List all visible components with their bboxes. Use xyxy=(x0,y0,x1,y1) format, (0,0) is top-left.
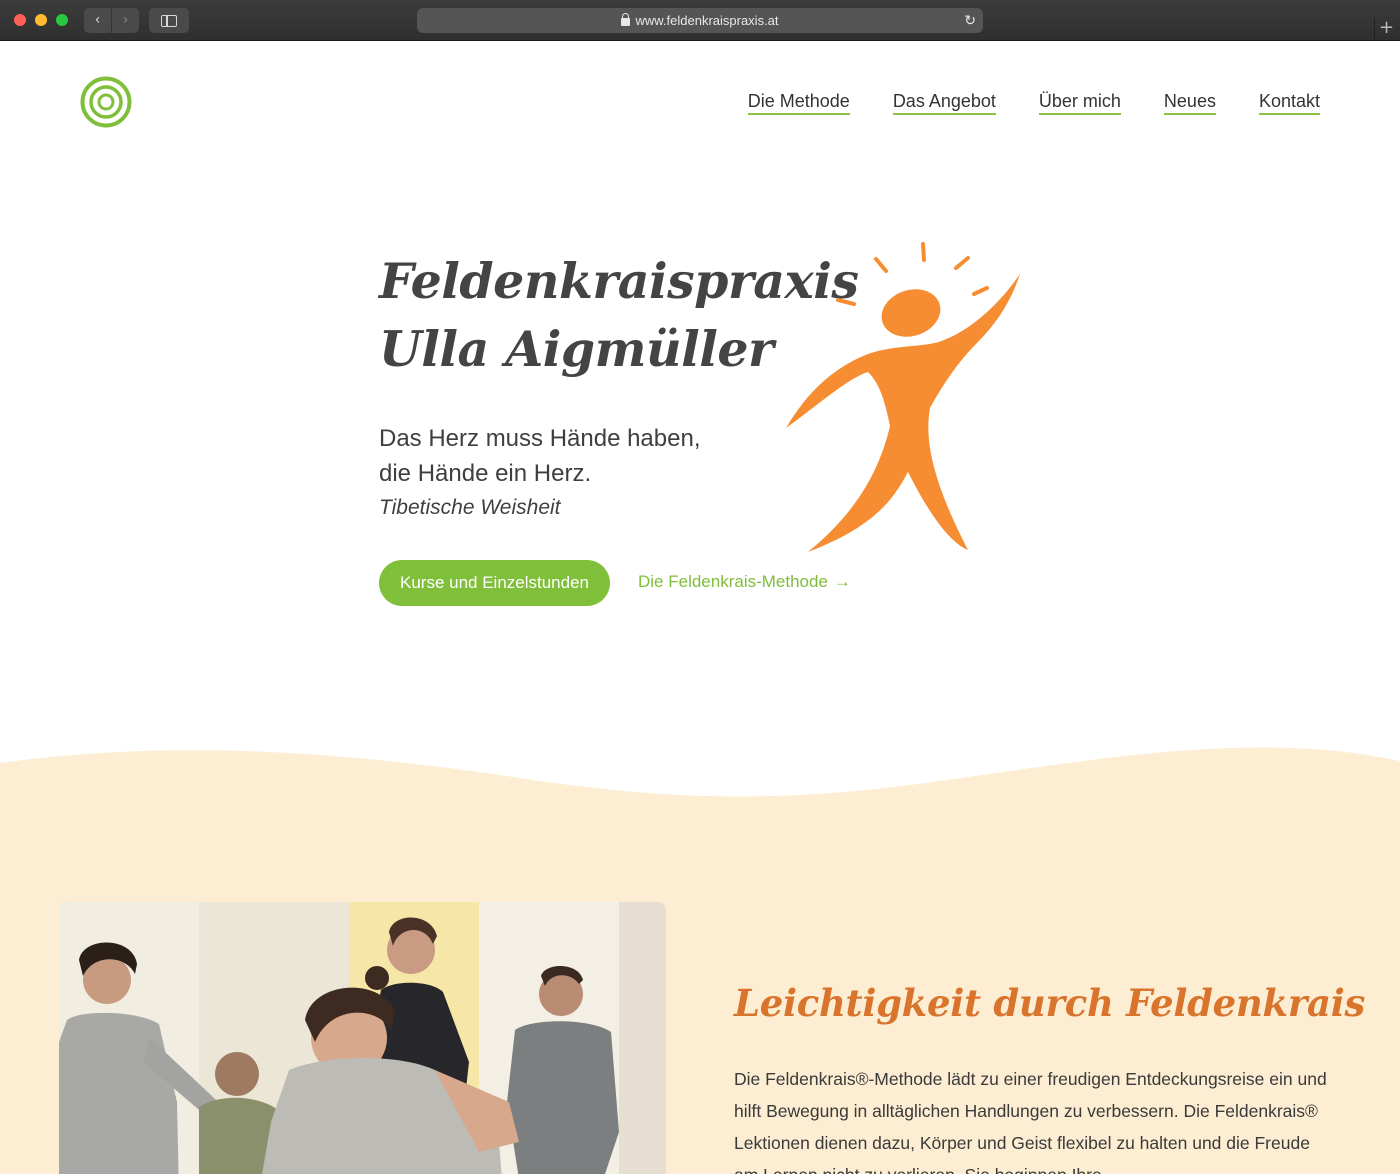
browser-toolbar: ‹ › www.feldenkraispraxis.at ↻ + xyxy=(0,0,1400,41)
method-link-label: Die Feldenkrais-Methode xyxy=(638,572,828,591)
sidebar-toggle-button[interactable] xyxy=(149,8,189,33)
address-bar[interactable]: www.feldenkraispraxis.at ↻ xyxy=(417,8,983,33)
page: Die Methode Das Angebot Über mich Neues … xyxy=(0,41,1400,1174)
people-exercising-image xyxy=(59,902,666,1174)
chevron-right-icon: › xyxy=(122,12,129,28)
main-navigation: Die Methode Das Angebot Über mich Neues … xyxy=(747,91,1320,115)
back-button[interactable]: ‹ xyxy=(84,8,111,33)
hero-title-line-2: Ulla Aigmüller xyxy=(379,320,774,378)
zoom-window-button[interactable] xyxy=(56,14,68,26)
method-link[interactable]: Die Feldenkrais-Methode → xyxy=(638,571,851,593)
section-title: Leichtigkeit durch Feldenkrais xyxy=(734,981,1365,1025)
new-tab-button[interactable]: + xyxy=(1374,18,1398,40)
quote-line-2: die Hände ein Herz. xyxy=(379,460,592,487)
sidebar-icon xyxy=(161,15,177,27)
chevron-left-icon: ‹ xyxy=(94,12,101,28)
plus-icon: + xyxy=(1378,17,1395,38)
joyful-figure-illustration xyxy=(786,242,1020,552)
nav-item-angebot[interactable]: Das Angebot xyxy=(892,91,996,115)
arrow-right-icon: → xyxy=(833,572,851,591)
spiral-logo-icon[interactable] xyxy=(80,76,132,128)
url-text: www.feldenkraispraxis.at xyxy=(635,13,779,28)
section-paragraph: Die Feldenkrais®-Methode lädt zu einer f… xyxy=(734,1069,1327,1174)
hero-title: Feldenkraispraxis Ulla Aigmüller xyxy=(379,247,859,383)
minimize-window-button[interactable] xyxy=(35,14,47,26)
nav-item-ueber-mich[interactable]: Über mich xyxy=(1038,91,1121,115)
courses-button[interactable]: Kurse und Einzelstunden xyxy=(379,560,610,606)
close-window-button[interactable] xyxy=(14,14,26,26)
forward-button[interactable]: › xyxy=(112,8,139,33)
hero-title-line-1: Feldenkraispraxis xyxy=(379,252,859,310)
reload-icon[interactable]: ↻ xyxy=(964,8,976,33)
quote-line-1: Das Herz muss Hände haben, xyxy=(379,425,701,452)
nav-item-neues[interactable]: Neues xyxy=(1163,91,1216,115)
lock-icon xyxy=(621,13,631,26)
nav-item-methode[interactable]: Die Methode xyxy=(747,91,850,115)
hero-quote: Das Herz muss Hände haben, die Hände ein… xyxy=(379,421,799,491)
class-photo xyxy=(59,902,666,1174)
nav-item-kontakt[interactable]: Kontakt xyxy=(1258,91,1320,115)
quote-source: Tibetische Weisheit xyxy=(379,496,561,519)
